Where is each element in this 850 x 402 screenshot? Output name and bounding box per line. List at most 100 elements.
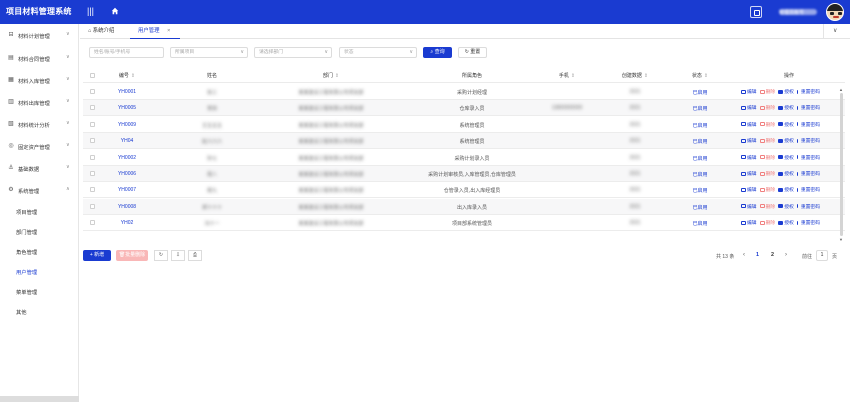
status-badge[interactable]: 已启用 [692,187,707,194]
sidebar-subitem-user[interactable]: 用户管理 [0,266,79,276]
delete-button[interactable]: 删除 [759,154,775,161]
sidebar-item-contract[interactable]: ▤ 材料合同管理 ∨ [0,53,79,65]
sidebar-item-assets[interactable]: ◎ 固定资产管理 ∨ [0,141,79,153]
row-checkbox[interactable] [90,220,95,226]
sidebar-item-inbound[interactable]: ▦ 材料入库管理 ∨ [0,75,79,87]
sidebar-subitem-department[interactable]: 部门管理 [0,226,79,236]
add-button[interactable]: + 新增 [83,250,111,261]
edit-button[interactable]: 编辑 [741,186,757,193]
row-checkbox[interactable] [90,154,95,160]
column-header-dept[interactable]: 部门 ⇕ [323,72,339,79]
export-button[interactable]: ⇩ [171,250,185,261]
edit-button[interactable]: 编辑 [741,154,757,161]
row-checkbox[interactable] [90,105,95,111]
delete-button[interactable]: 删除 [759,88,775,95]
sidebar-item-system[interactable]: ⚙ 系统管理 ∧ [0,185,79,197]
reset-password-button[interactable]: 重置密码 [796,186,820,193]
delete-button[interactable]: 删除 [759,121,775,128]
user-code[interactable]: YH02 [121,220,134,226]
tab-user-management[interactable]: 用户管理 × [130,24,180,39]
edit-button[interactable]: 编辑 [741,121,757,128]
edit-button[interactable]: 编辑 [741,88,757,95]
status-badge[interactable]: 已启用 [692,105,707,112]
user-code[interactable]: YH0005 [118,105,136,111]
reset-password-button[interactable]: 重置密码 [796,88,820,95]
reset-password-button[interactable]: 重置密码 [796,219,820,226]
print-button[interactable]: ⎙ [188,250,202,261]
search-button[interactable]: ⌕ 查询 [423,47,452,58]
column-header-created[interactable]: 创建数据 ⇕ [622,72,648,79]
authorize-button[interactable]: 授权 [778,104,794,111]
sidebar-subitem-menu[interactable]: 菜单管理 [0,286,79,296]
page-button-1[interactable]: 1 [752,250,763,261]
row-checkbox[interactable] [90,89,95,94]
select-all-checkbox[interactable] [90,73,95,78]
scroll-up-icon[interactable]: ▲ [839,87,843,92]
menu-toggle-icon[interactable]: ||| [87,7,94,16]
status-badge[interactable]: 已启用 [692,122,707,129]
refresh-button[interactable]: ↻ [154,250,168,261]
chevron-right-icon[interactable]: › [785,252,787,258]
reset-password-button[interactable]: 重置密码 [796,104,820,111]
user-code[interactable]: YH0007 [118,187,136,193]
status-badge[interactable]: 已启用 [692,220,707,227]
authorize-button[interactable]: 授权 [778,170,794,177]
reset-password-button[interactable]: 重置密码 [796,170,820,177]
delete-button[interactable]: 删除 [759,186,775,193]
edit-button[interactable]: 编辑 [741,104,757,111]
reset-button[interactable]: ↻ 重置 [458,47,487,58]
department-select[interactable]: 请选择部门 ∨ [254,47,332,58]
row-checkbox[interactable] [90,121,95,127]
close-icon[interactable]: × [167,28,170,34]
edit-button[interactable]: 编辑 [741,170,757,177]
user-code[interactable]: YH0002 [118,155,136,161]
sidebar-subitem-project[interactable]: 项目管理 [0,206,79,216]
reset-password-button[interactable]: 重置密码 [796,121,820,128]
sidebar-scrollbar[interactable] [0,396,79,402]
delete-button[interactable]: 删除 [759,104,775,111]
delete-button[interactable]: 删除 [759,219,775,226]
sidebar-item-outbound[interactable]: ▥ 材料出库管理 ∨ [0,97,79,109]
authorize-button[interactable]: 授权 [778,186,794,193]
row-checkbox[interactable] [90,203,95,209]
page-button-2[interactable]: 2 [767,250,778,261]
user-code[interactable]: YH0009 [118,122,136,128]
edit-button[interactable]: 编辑 [741,203,757,210]
authorize-button[interactable]: 授权 [778,121,794,128]
edit-button[interactable]: 编辑 [741,219,757,226]
user-code[interactable]: YH04 [121,138,134,144]
row-checkbox[interactable] [90,171,95,176]
sidebar-item-basic-data[interactable]: ⚓ 基础数据 ∨ [0,163,79,175]
tab-home[interactable]: ⌂ 系统介绍 [88,24,114,39]
sidebar-item-plan[interactable]: ⊟ 材料计划管理 ∨ [0,30,79,42]
keyword-input[interactable]: 姓名/账号/手机号 [89,47,164,58]
user-code[interactable]: YH0008 [118,204,136,210]
row-checkbox[interactable] [90,187,95,193]
status-badge[interactable]: 已启用 [692,204,707,211]
scrollbar-thumb[interactable] [840,93,843,236]
scroll-down-icon[interactable]: ▼ [839,237,843,242]
sidebar-item-statistics[interactable]: ▧ 材料统计分析 ∨ [0,119,79,131]
column-header-phone[interactable]: 手机 ⇕ [559,72,575,79]
authorize-button[interactable]: 授权 [778,219,794,226]
status-badge[interactable]: 已启用 [692,89,707,96]
column-header-status[interactable]: 状态 ⇕ [692,72,708,79]
authorize-button[interactable]: 授权 [778,137,794,144]
authorize-button[interactable]: 授权 [778,203,794,210]
home-icon[interactable] [111,7,119,15]
edit-button[interactable]: 编辑 [741,137,757,144]
status-badge[interactable]: 已启用 [692,138,707,145]
batch-delete-button[interactable]: 🗑批量删除 [116,250,148,261]
status-select[interactable]: 状态 ∨ [339,47,417,58]
delete-button[interactable]: 删除 [759,137,775,144]
authorize-button[interactable]: 授权 [778,88,794,95]
reset-password-button[interactable]: 重置密码 [796,137,820,144]
reset-password-button[interactable]: 重置密码 [796,203,820,210]
status-badge[interactable]: 已启用 [692,171,707,178]
fullscreen-icon[interactable] [750,6,762,18]
table-scrollbar[interactable]: ▲ ▼ [839,87,844,242]
chevron-left-icon[interactable]: ‹ [743,252,745,258]
project-select[interactable]: 所属项目 ∨ [170,47,248,58]
user-code[interactable]: YH0006 [118,171,136,177]
user-name[interactable]: 管理员账号 [779,9,817,16]
